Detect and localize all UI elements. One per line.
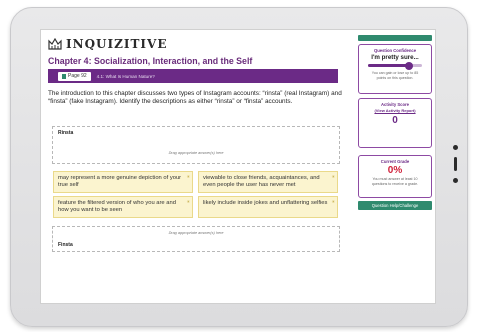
drag-handle-icon: ✳ bbox=[331, 174, 335, 179]
drop-zone-hint: Drag appropriate answer(s) here bbox=[168, 231, 224, 235]
grade-card: Current Grade 0% You must answer at leas… bbox=[358, 155, 432, 198]
grade-value: 0% bbox=[387, 165, 403, 176]
drag-handle-icon: ✳ bbox=[186, 199, 190, 204]
logo-icon bbox=[48, 38, 62, 50]
drop-zone-label: Finsta bbox=[58, 242, 73, 248]
drop-zone-label: Rinsta bbox=[58, 130, 74, 136]
confidence-note: You can gain or lose up to 85 points on … bbox=[371, 71, 419, 80]
page-bar: Page 92 4.1: What Is Human Nature? bbox=[48, 69, 338, 83]
answer-text: likely include inside jokes and unflatte… bbox=[203, 200, 328, 206]
drag-handle-icon: ✳ bbox=[331, 199, 335, 204]
book-icon bbox=[62, 73, 66, 79]
sidebar-header-bar bbox=[358, 35, 432, 41]
confidence-title: Question Confidence bbox=[373, 48, 417, 53]
app-logo: INQUIZITIVE bbox=[48, 37, 168, 51]
drop-zone-finsta[interactable]: Drag appropriate answer(s) here Finsta bbox=[52, 226, 340, 252]
activity-score-card: Activity Score (View Activity Report) 0 bbox=[358, 98, 432, 148]
page-button[interactable]: Page 92 bbox=[58, 71, 91, 81]
answer-card[interactable]: likely include inside jokes and unflatte… bbox=[198, 196, 338, 218]
activity-report-link[interactable]: (View Activity Report) bbox=[359, 108, 431, 113]
answer-card[interactable]: viewable to close friends, acquaintances… bbox=[198, 171, 338, 193]
question-prompt: The introduction to this chapter discuss… bbox=[48, 90, 342, 106]
grade-title: Current Grade bbox=[380, 159, 410, 164]
section-label: 4.1: What Is Human Nature? bbox=[96, 73, 155, 79]
confidence-slider[interactable] bbox=[368, 61, 422, 70]
confidence-slider-fill bbox=[368, 64, 409, 67]
logo-text: INQUIZITIVE bbox=[66, 37, 168, 51]
app-screen: INQUIZITIVE Chapter 4: Socialization, In… bbox=[40, 29, 436, 304]
grade-note: You must answer at least 10 questions to… bbox=[371, 177, 419, 186]
question-help-button[interactable]: Question Help/Challenge bbox=[358, 201, 432, 210]
answer-card[interactable]: may represent a more genuine depiction o… bbox=[53, 171, 193, 193]
confidence-value: I'm pretty sure... bbox=[371, 54, 419, 61]
drop-zone-rinsta[interactable]: Rinsta Drag appropriate answer(s) here bbox=[52, 126, 340, 164]
tablet-home-button bbox=[454, 157, 457, 171]
confidence-card: Question Confidence I'm pretty sure... Y… bbox=[358, 44, 432, 94]
activity-score-value: 0 bbox=[392, 115, 398, 126]
drag-handle-icon: ✳ bbox=[186, 174, 190, 179]
tablet-camera bbox=[453, 145, 458, 150]
tablet-sensor bbox=[453, 178, 458, 183]
activity-score-title: Activity Score bbox=[381, 102, 409, 107]
answer-text: feature the filtered version of who you … bbox=[58, 200, 176, 214]
answer-text: viewable to close friends, acquaintances… bbox=[203, 175, 320, 189]
confidence-slider-thumb[interactable] bbox=[404, 61, 413, 70]
answer-card[interactable]: feature the filtered version of who you … bbox=[53, 196, 193, 218]
chapter-title: Chapter 4: Socialization, Interaction, a… bbox=[48, 56, 253, 66]
page-label: Page 92 bbox=[68, 73, 87, 79]
drop-zone-hint: Drag appropriate answer(s) here bbox=[168, 151, 224, 155]
answer-text: may represent a more genuine depiction o… bbox=[58, 175, 182, 189]
